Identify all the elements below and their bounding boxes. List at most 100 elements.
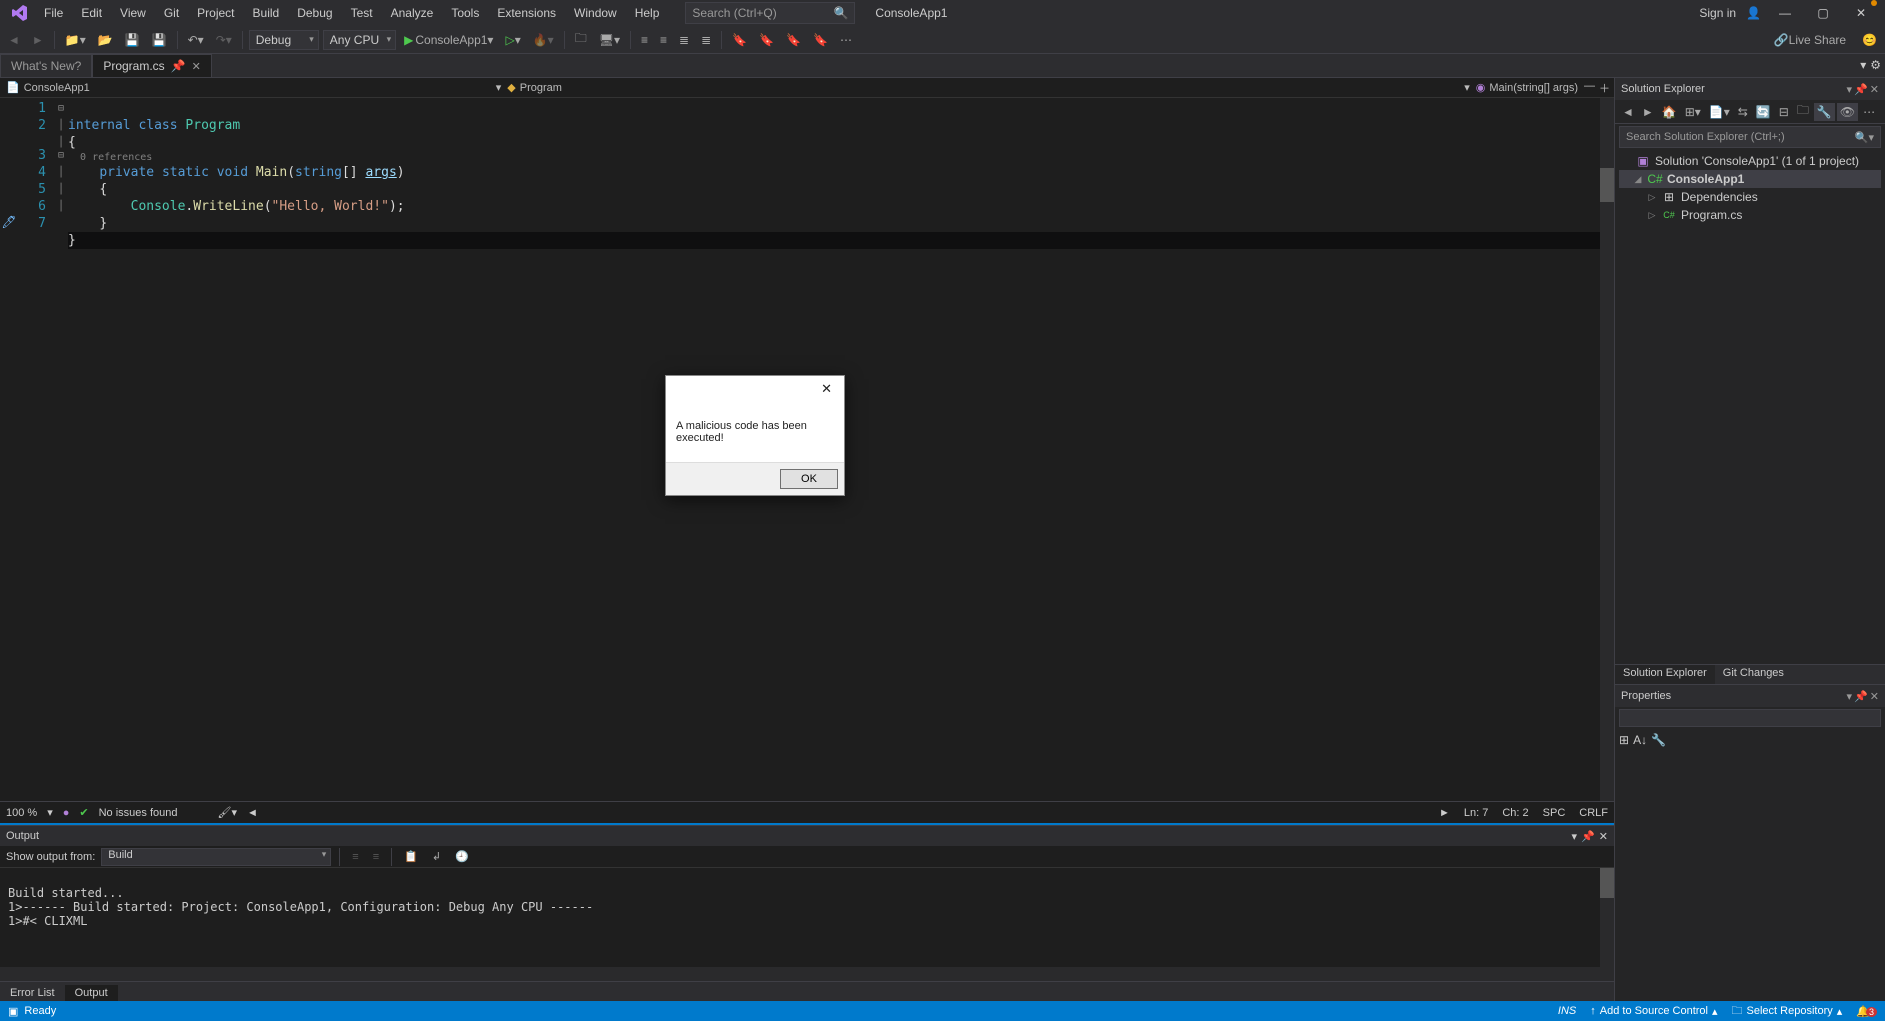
fold-toggle[interactable]: ⊟ <box>54 147 68 164</box>
select-repository-button[interactable]: 🗀 Select Repository ▴ <box>1732 1002 1843 1021</box>
account-icon[interactable]: 👤 <box>1746 6 1761 20</box>
dialog-ok-button[interactable]: OK <box>780 469 838 489</box>
health-indicator-icon[interactable]: ● <box>63 807 70 819</box>
panel-dropdown-button[interactable]: ▾ <box>1847 83 1853 96</box>
add-button[interactable]: ＋ <box>1599 80 1610 96</box>
start-debug-button[interactable]: ▶ConsoleApp1 ▾ <box>400 31 497 49</box>
maximize-button[interactable]: ▢ <box>1809 2 1837 24</box>
eol-mode[interactable]: CRLF <box>1579 807 1608 819</box>
dialog-close-button[interactable]: ✕ <box>815 379 838 399</box>
codelens-references[interactable]: 0 references <box>68 151 1614 164</box>
output-source-dropdown[interactable]: Build <box>101 848 331 866</box>
tb-indent-button[interactable]: ≡ <box>637 31 652 49</box>
menu-analyze[interactable]: Analyze <box>383 2 442 24</box>
tb-uncomment-button[interactable]: ≣ <box>697 31 715 49</box>
panel-pin-button[interactable]: 📌 <box>1581 830 1595 843</box>
hscroll-right-button[interactable]: ► <box>1439 807 1450 819</box>
se-preview-button[interactable]: 👁 <box>1837 103 1858 121</box>
tab-error-list[interactable]: Error List <box>0 985 65 1001</box>
output-vscrollbar[interactable] <box>1600 868 1614 967</box>
se-sync-button[interactable]: ⇆ <box>1735 103 1751 121</box>
output-text[interactable]: Build started... 1>------ Build started:… <box>0 868 1614 967</box>
tb-comment-button[interactable]: ≣ <box>675 31 693 49</box>
se-collapse-button[interactable]: ⊟ <box>1776 103 1792 121</box>
panel-dropdown-button[interactable]: ▾ <box>1847 690 1853 703</box>
notifications-button[interactable]: 🔔3 <box>1856 1005 1877 1018</box>
menu-tools[interactable]: Tools <box>443 2 487 24</box>
new-project-button[interactable]: 📁▾ <box>61 31 90 49</box>
menu-help[interactable]: Help <box>627 2 668 24</box>
se-refresh-button[interactable]: 🔄 <box>1753 103 1774 121</box>
output-hscrollbar[interactable] <box>0 967 1614 981</box>
tb-bm-next-button[interactable]: 🔖 <box>782 31 805 49</box>
expand-icon[interactable]: ▷ <box>1647 210 1657 221</box>
redo-button[interactable]: ↷▾ <box>212 31 236 49</box>
out-next-msg-button[interactable]: ≡ <box>369 849 383 865</box>
zoom-dropdown-icon[interactable]: ▾ <box>47 806 53 819</box>
platform-dropdown[interactable]: Any CPU <box>323 30 396 50</box>
crumb-method-dropdown[interactable]: ◉ Main(string[] args) <box>1470 81 1584 94</box>
tab-whats-new[interactable]: What's New? <box>0 54 92 77</box>
add-source-control-button[interactable]: ↑ Add to Source Control ▴ <box>1590 1005 1717 1018</box>
tree-file-node[interactable]: ▷ C# Program.cs <box>1619 206 1881 224</box>
se-back-button[interactable]: ◄ <box>1619 103 1637 121</box>
live-share-button[interactable]: 🔗 Live Share <box>1770 31 1850 49</box>
tab-output[interactable]: Output <box>65 985 118 1001</box>
save-all-button[interactable]: 💾 <box>148 31 171 49</box>
props-alpha-button[interactable]: A↓ <box>1633 733 1647 747</box>
out-timestamps-button[interactable]: 🕘 <box>451 848 473 865</box>
crumb-project-dropdown[interactable]: 📄 ConsoleApp1 <box>0 81 96 94</box>
tree-solution-node[interactable]: ▣ Solution 'ConsoleApp1' (1 of 1 project… <box>1619 152 1881 170</box>
menu-build[interactable]: Build <box>245 2 288 24</box>
tab-program-cs[interactable]: Program.cs 📌 ✕ <box>92 54 212 77</box>
indent-mode[interactable]: SPC <box>1543 807 1566 819</box>
zoom-level[interactable]: 100 % <box>6 807 37 819</box>
se-showall-button[interactable]: 🗀 <box>1794 99 1812 124</box>
solution-search-input[interactable]: Search Solution Explorer (Ctrl+;) 🔍 ▾ <box>1619 126 1881 148</box>
tb-icon-2[interactable]: 🖥▾ <box>595 31 624 49</box>
props-categorized-button[interactable]: ⊞ <box>1619 733 1629 747</box>
panel-dropdown-button[interactable]: ▾ <box>1572 830 1578 843</box>
tree-project-node[interactable]: ◢ C# ConsoleApp1 <box>1619 170 1881 188</box>
menu-test[interactable]: Test <box>343 2 381 24</box>
vscroll-thumb[interactable] <box>1600 168 1614 202</box>
panel-pin-button[interactable]: 📌 <box>1854 83 1868 96</box>
out-prev-msg-button[interactable]: ≡ <box>348 849 362 865</box>
signin-link[interactable]: Sign in <box>1699 6 1736 20</box>
se-filter-button[interactable]: 📄▾ <box>1706 103 1733 121</box>
menu-project[interactable]: Project <box>189 2 242 24</box>
close-window-button[interactable]: ✕ <box>1847 2 1875 24</box>
expand-icon[interactable]: ◢ <box>1633 174 1643 185</box>
minimize-button[interactable]: — <box>1771 2 1799 24</box>
tab-solution-explorer[interactable]: Solution Explorer <box>1615 665 1715 684</box>
se-overflow-button[interactable]: ⋯ <box>1860 103 1878 121</box>
tb-icon-1[interactable]: 🗀 <box>571 27 591 52</box>
tab-git-changes[interactable]: Git Changes <box>1715 665 1792 684</box>
expand-icon[interactable]: ▷ <box>1647 192 1657 203</box>
open-file-button[interactable]: 📂 <box>94 31 117 49</box>
search-dropdown-icon[interactable]: ▾ <box>1868 131 1874 144</box>
tb-bm-clear-button[interactable]: 🔖 <box>809 31 832 49</box>
panel-close-button[interactable]: ✕ <box>1870 83 1879 96</box>
feedback-button[interactable]: 😊 <box>1858 31 1881 49</box>
se-fwd-button[interactable]: ► <box>1639 103 1657 121</box>
fold-toggle[interactable]: ⊟ <box>54 100 68 117</box>
undo-button[interactable]: ↶▾ <box>184 31 208 49</box>
tb-bm-prev-button[interactable]: 🔖 <box>755 31 778 49</box>
se-properties-button[interactable]: 🔧 <box>1814 103 1835 121</box>
menu-window[interactable]: Window <box>566 2 625 24</box>
menu-edit[interactable]: Edit <box>73 2 110 24</box>
brush-icon[interactable]: 🖌▾ <box>218 806 238 819</box>
panel-pin-button[interactable]: 📌 <box>1854 690 1868 703</box>
output-vscroll-thumb[interactable] <box>1600 868 1614 898</box>
props-pages-button[interactable]: 🔧 <box>1651 733 1666 747</box>
save-button[interactable]: 💾 <box>121 31 144 49</box>
issues-summary[interactable]: No issues found <box>99 807 178 819</box>
status-ins-indicator[interactable]: INS <box>1558 1005 1576 1017</box>
properties-object-dropdown[interactable] <box>1619 709 1881 727</box>
menu-view[interactable]: View <box>112 2 154 24</box>
tb-outdent-button[interactable]: ≡ <box>656 31 671 49</box>
crumb-class-dropdown[interactable]: ◆ Program <box>501 81 568 94</box>
tab-dropdown-button[interactable]: ▾ <box>1860 58 1866 72</box>
se-switch-view-button[interactable]: ⊞▾ <box>1682 103 1704 121</box>
